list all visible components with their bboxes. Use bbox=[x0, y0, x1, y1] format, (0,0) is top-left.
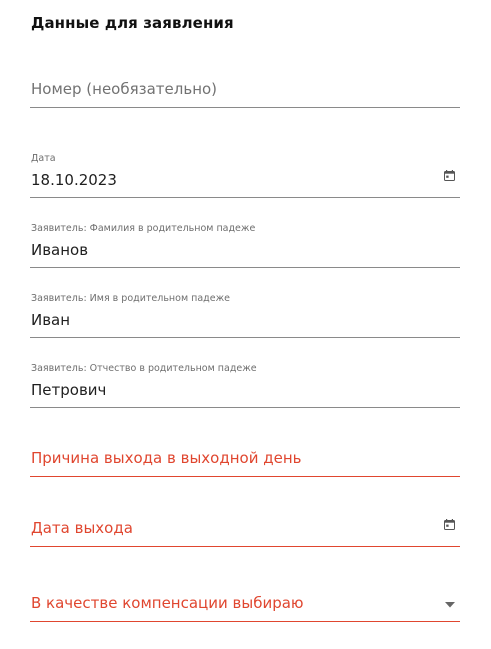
surname-value: Иванов bbox=[31, 241, 89, 259]
form-title: Данные для заявления bbox=[31, 14, 234, 32]
date-field[interactable]: Дата 18.10.2023 bbox=[30, 153, 460, 198]
patronymic-value: Петрович bbox=[31, 381, 107, 399]
compensation-placeholder: В качестве компенсации выбираю bbox=[31, 594, 304, 612]
calendar-icon[interactable] bbox=[444, 170, 455, 181]
patronymic-field[interactable]: Заявитель: Отчество в родительном падеже… bbox=[30, 363, 460, 408]
calendar-icon[interactable] bbox=[444, 519, 455, 530]
date-label: Дата bbox=[31, 153, 56, 164]
work-date-field[interactable]: Дата выхода bbox=[30, 512, 460, 547]
reason-field[interactable]: Причина выхода в выходной день bbox=[30, 446, 460, 477]
compensation-select[interactable]: В качестве компенсации выбираю bbox=[30, 584, 460, 622]
date-value: 18.10.2023 bbox=[31, 171, 117, 189]
surname-label: Заявитель: Фамилия в родительном падеже bbox=[31, 223, 256, 234]
name-label: Заявитель: Имя в родительном падеже bbox=[31, 293, 230, 304]
work-date-placeholder: Дата выхода bbox=[31, 519, 133, 537]
number-placeholder: Номер (необязательно) bbox=[31, 80, 218, 98]
name-value: Иван bbox=[31, 311, 71, 329]
name-field[interactable]: Заявитель: Имя в родительном падеже Иван bbox=[30, 293, 460, 338]
number-field[interactable]: Номер (необязательно) bbox=[30, 78, 460, 108]
patronymic-label: Заявитель: Отчество в родительном падеже bbox=[31, 363, 257, 374]
reason-placeholder: Причина выхода в выходной день bbox=[31, 449, 302, 467]
dropdown-arrow-icon[interactable] bbox=[445, 602, 455, 608]
surname-field[interactable]: Заявитель: Фамилия в родительном падеже … bbox=[30, 223, 460, 268]
